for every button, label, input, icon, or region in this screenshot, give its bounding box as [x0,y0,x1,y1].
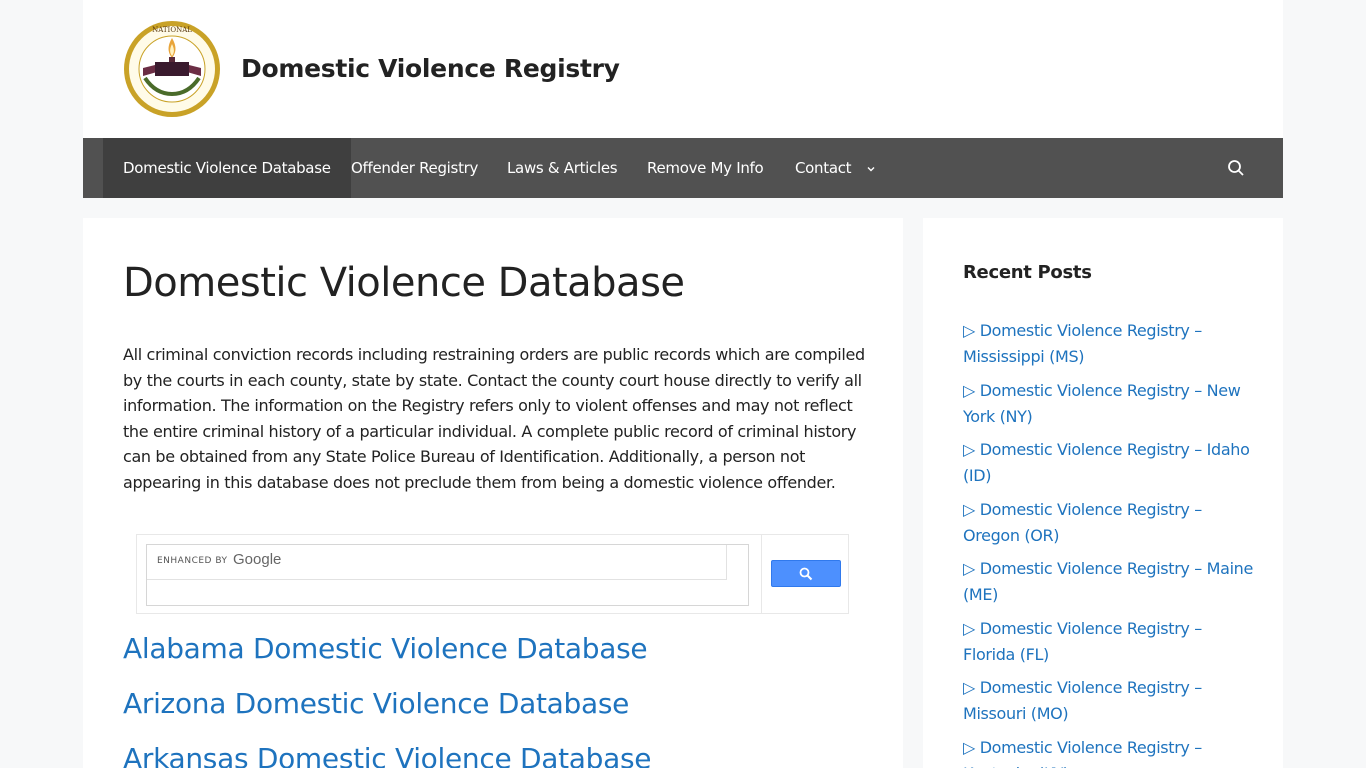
recent-post-link[interactable]: ▷ Domestic Violence Registry – Mississip… [963,318,1253,369]
chevron-down-icon [866,139,876,199]
nav-item-offender-registry[interactable]: Offender Registry [331,138,498,198]
search-button[interactable] [771,560,841,587]
recent-posts-title: Recent Posts [963,262,1092,283]
search-button-icon [799,567,813,581]
search-input[interactable]: ENHANCED BY Google [146,544,749,606]
state-link-arizona[interactable]: Arizona Domestic Violence Database [123,687,629,720]
google-brand-label: Google [233,551,282,568]
registry-seal-logo: NATIONAL [124,21,220,117]
google-custom-search: ENHANCED BY Google [136,534,849,614]
nav-item-domestic-violence-database[interactable]: Domestic Violence Database [103,138,351,198]
recent-post-link[interactable]: ▷ Domestic Violence Registry – Florida (… [963,616,1253,667]
recent-post-link[interactable]: ▷ Domestic Violence Registry – Oregon (O… [963,497,1253,548]
search-input-row[interactable]: ENHANCED BY Google [147,545,727,580]
state-link-arkansas[interactable]: Arkansas Domestic Violence Database [123,742,651,768]
sidebar: Recent Posts ▷ Domestic Violence Registr… [923,218,1283,768]
main-content: Domestic Violence Database All criminal … [83,218,903,768]
nav-item-remove-my-info[interactable]: Remove My Info [627,138,783,198]
search-icon[interactable] [1227,159,1245,177]
intro-paragraph: All criminal conviction records includin… [123,345,865,492]
state-link-alabama[interactable]: Alabama Domestic Violence Database [123,632,648,665]
recent-post-link[interactable]: ▷ Domestic Violence Registry – New York … [963,378,1253,429]
nav-item-laws-articles[interactable]: Laws & Articles [487,138,637,198]
enhanced-by-label: ENHANCED BY [157,556,228,566]
main-navigation: Domestic Violence Database Offender Regi… [83,138,1283,198]
recent-post-link[interactable]: ▷ Domestic Violence Registry – Maine (ME… [963,556,1253,607]
site-title[interactable]: Domestic Violence Registry [241,54,620,83]
recent-post-link[interactable]: ▷ Domestic Violence Registry – Missouri … [963,675,1253,726]
page-title: Domestic Violence Database [123,260,685,306]
recent-post-link[interactable]: ▷ Domestic Violence Registry – Idaho (ID… [963,437,1253,488]
logo-ring-text: NATIONAL [152,26,192,34]
recent-post-link[interactable]: ▷ Domestic Violence Registry – Kentucky … [963,735,1253,768]
nav-item-contact[interactable]: Contact [775,138,896,198]
site-logo[interactable]: NATIONAL [123,20,221,118]
search-divider [761,535,762,613]
site-header: NATIONAL Domestic Violence Registry [83,0,1283,138]
nav-item-contact-label: Contact [795,159,852,177]
